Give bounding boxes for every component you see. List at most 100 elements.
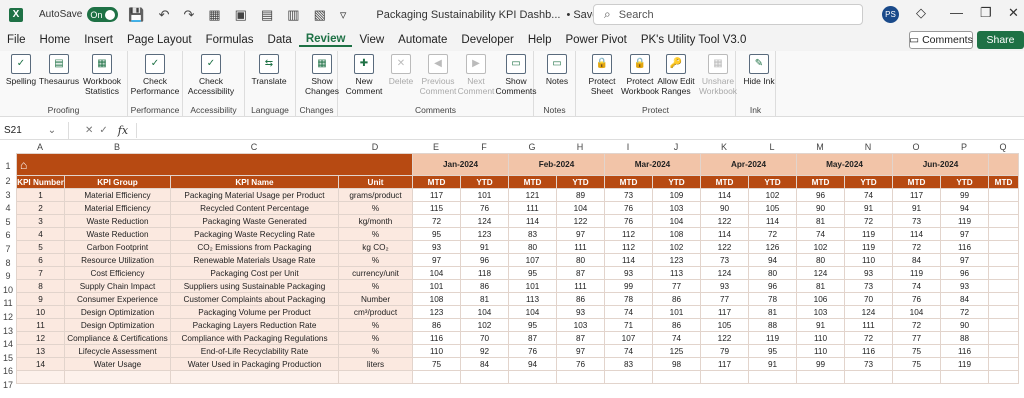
pivot-icon[interactable]: ▤ xyxy=(261,7,273,23)
value-cell[interactable]: 113 xyxy=(652,266,701,280)
value-cell[interactable]: 97 xyxy=(556,344,605,358)
row-header[interactable]: 7 xyxy=(0,244,16,254)
value-cell[interactable]: 78 xyxy=(604,292,653,306)
header-ytd[interactable]: YTD xyxy=(460,175,509,189)
kpi-unit[interactable]: % xyxy=(338,279,413,293)
header-ytd[interactable]: YTD xyxy=(748,175,797,189)
value-cell[interactable]: 72 xyxy=(940,305,989,319)
value-cell[interactable]: 86 xyxy=(652,292,701,306)
value-cell[interactable]: 93 xyxy=(700,279,749,293)
kpi-group[interactable]: Carbon Footprint xyxy=(64,240,171,254)
value-cell[interactable]: 90 xyxy=(700,201,749,215)
column-header[interactable]: G xyxy=(508,142,556,153)
kpi-group[interactable]: Waste Reduction xyxy=(64,227,171,241)
value-cell[interactable]: 103 xyxy=(556,318,605,332)
kpi-group[interactable]: Lifecycle Assessment xyxy=(64,344,171,358)
kpi-unit[interactable]: kg CO₂ xyxy=(338,240,413,254)
kpi-number[interactable]: 2 xyxy=(16,201,65,215)
value-cell[interactable]: 80 xyxy=(556,253,605,267)
value-cell[interactable]: 81 xyxy=(796,279,845,293)
value-cell[interactable]: 116 xyxy=(844,344,893,358)
column-header[interactable]: D xyxy=(338,142,412,153)
kpi-number[interactable]: 5 xyxy=(16,240,65,254)
empty-cell[interactable] xyxy=(556,370,605,384)
value-cell[interactable]: 92 xyxy=(460,344,509,358)
kpi-number[interactable]: 14 xyxy=(16,357,65,371)
value-cell[interactable]: 111 xyxy=(508,201,557,215)
value-cell[interactable]: 121 xyxy=(508,188,557,202)
value-cell[interactable]: 76 xyxy=(508,344,557,358)
value-cell[interactable]: 79 xyxy=(700,344,749,358)
value-cell[interactable]: 103 xyxy=(796,305,845,319)
month-header[interactable]: Jun-2024 xyxy=(892,153,989,176)
value-cell[interactable]: 112 xyxy=(604,227,653,241)
kpi-unit[interactable]: % xyxy=(338,318,413,332)
header-mtd[interactable]: MTD xyxy=(412,175,461,189)
value-cell[interactable]: 93 xyxy=(412,240,461,254)
value-cell[interactable]: 95 xyxy=(508,266,557,280)
column-header[interactable]: O xyxy=(892,142,940,153)
thesaurus-button[interactable]: ▤ Thesaurus xyxy=(39,54,79,86)
value-cell[interactable]: 112 xyxy=(604,240,653,254)
empty-cell[interactable] xyxy=(652,370,701,384)
kpi-name[interactable]: Suppliers using Sustainable Packaging xyxy=(170,279,339,293)
value-cell[interactable]: 71 xyxy=(604,318,653,332)
value-cell[interactable]: 99 xyxy=(604,279,653,293)
column-header[interactable]: M xyxy=(796,142,844,153)
value-cell-partial[interactable] xyxy=(988,266,1019,280)
kpi-name[interactable]: Renewable Materials Usage Rate xyxy=(170,253,339,267)
value-cell-partial[interactable] xyxy=(988,318,1019,332)
value-cell[interactable]: 94 xyxy=(748,253,797,267)
value-cell[interactable]: 72 xyxy=(412,214,461,228)
row-header[interactable]: 16 xyxy=(0,366,16,376)
value-cell[interactable]: 111 xyxy=(556,279,605,293)
value-cell[interactable]: 115 xyxy=(412,201,461,215)
kpi-name[interactable]: CO₂ Emissions from Packaging xyxy=(170,240,339,254)
value-cell[interactable]: 99 xyxy=(940,188,989,202)
header-mtd[interactable]: MTD xyxy=(700,175,749,189)
row-header[interactable]: 5 xyxy=(0,217,16,227)
value-cell[interactable]: 101 xyxy=(460,188,509,202)
value-cell[interactable]: 119 xyxy=(940,214,989,228)
kpi-name[interactable]: End-of-Life Recyclability Rate xyxy=(170,344,339,358)
empty-cell[interactable] xyxy=(604,370,653,384)
value-cell[interactable]: 111 xyxy=(844,318,893,332)
value-cell[interactable]: 97 xyxy=(412,253,461,267)
value-cell[interactable]: 90 xyxy=(796,201,845,215)
row-header[interactable]: 2 xyxy=(0,176,16,186)
value-cell[interactable]: 91 xyxy=(892,201,941,215)
value-cell[interactable]: 80 xyxy=(796,253,845,267)
month-header[interactable]: Jan-2024 xyxy=(412,153,509,176)
search-box[interactable]: ⌕ Search xyxy=(593,4,863,25)
row-header[interactable]: 4 xyxy=(0,203,16,213)
column-header[interactable]: Q xyxy=(988,142,1018,153)
allow-edit-ranges-button[interactable]: 🔑 Allow Edit Ranges xyxy=(654,54,698,96)
value-cell[interactable]: 76 xyxy=(604,214,653,228)
value-cell[interactable]: 93 xyxy=(556,305,605,319)
value-cell[interactable]: 114 xyxy=(748,214,797,228)
kpi-unit[interactable]: kg/month xyxy=(338,214,413,228)
value-cell[interactable]: 83 xyxy=(604,357,653,371)
empty-cell[interactable] xyxy=(338,370,413,384)
value-cell[interactable]: 123 xyxy=(412,305,461,319)
workbook-statistics-button[interactable]: ▦ Workbook Statistics xyxy=(80,54,124,96)
value-cell[interactable]: 119 xyxy=(940,357,989,371)
kpi-group[interactable]: Design Optimization xyxy=(64,305,171,319)
value-cell[interactable]: 72 xyxy=(748,227,797,241)
value-cell-partial[interactable] xyxy=(988,357,1019,371)
menu-review[interactable]: Review xyxy=(298,33,353,47)
value-cell-partial[interactable] xyxy=(988,292,1019,306)
value-cell[interactable]: 91 xyxy=(796,318,845,332)
value-cell-partial[interactable] xyxy=(988,305,1019,319)
row-header[interactable]: 8 xyxy=(0,258,16,268)
value-cell[interactable]: 101 xyxy=(412,279,461,293)
empty-cell[interactable] xyxy=(700,370,749,384)
kpi-unit[interactable]: currency/unit xyxy=(338,266,413,280)
column-header[interactable]: L xyxy=(748,142,796,153)
kpi-unit[interactable]: Number xyxy=(338,292,413,306)
value-cell[interactable]: 114 xyxy=(508,214,557,228)
menu-page-layout[interactable]: Page Layout xyxy=(120,34,199,46)
header-ytd[interactable]: YTD xyxy=(844,175,893,189)
value-cell[interactable]: 84 xyxy=(940,292,989,306)
value-cell[interactable]: 91 xyxy=(460,240,509,254)
